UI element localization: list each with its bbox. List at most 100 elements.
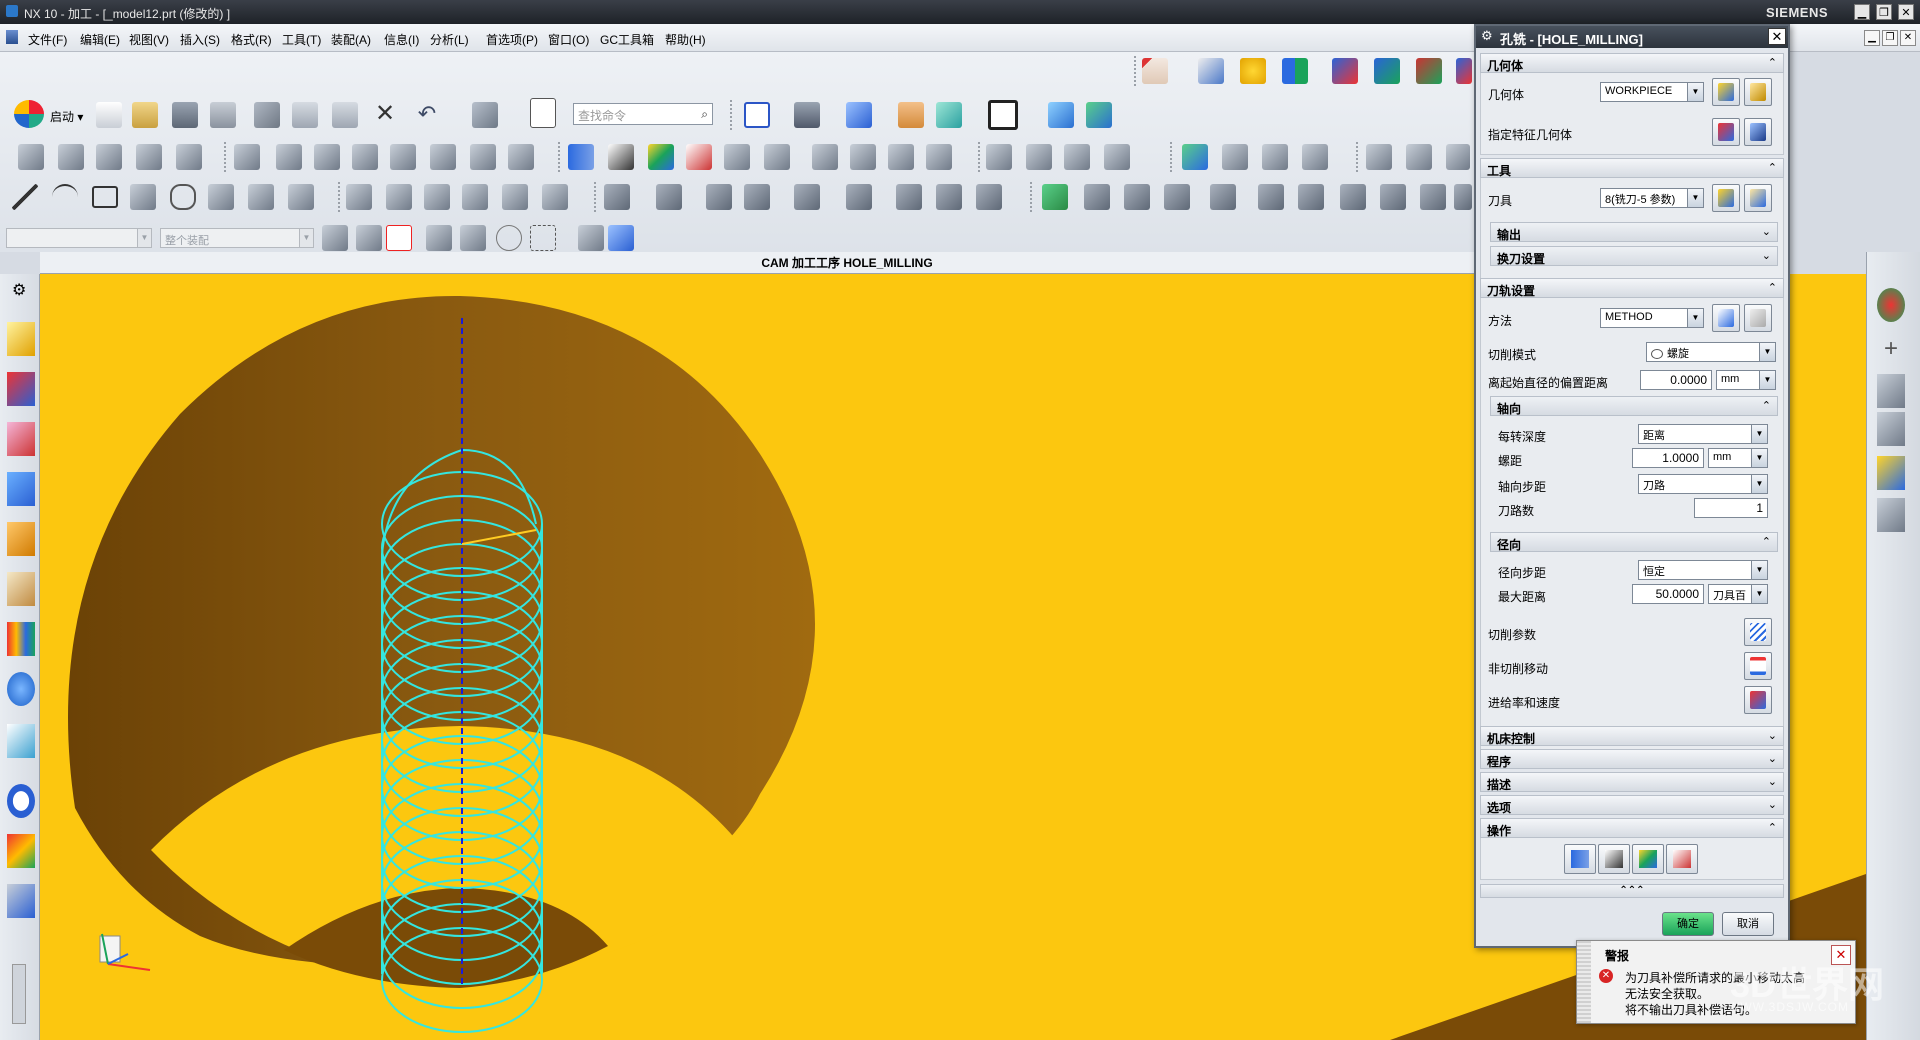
simulate-icon[interactable] — [1416, 58, 1442, 84]
select-icon-4[interactable] — [426, 225, 452, 251]
max-distance-unit-select[interactable]: 刀具百 ▼ — [1708, 584, 1768, 604]
command-finder-icon[interactable] — [530, 98, 556, 128]
cut-params-button[interactable] — [1744, 618, 1772, 646]
solid-icon-12[interactable] — [1124, 184, 1150, 210]
actions-header[interactable]: 操作 ⌃ — [1480, 818, 1784, 838]
generate-path-icon[interactable] — [1332, 58, 1358, 84]
geometry-select[interactable]: WORKPIECE ▼ — [1600, 82, 1704, 102]
ok-button[interactable]: 确定 — [1662, 912, 1714, 936]
new-geometry-button[interactable] — [1712, 78, 1740, 106]
section-view-icon[interactable] — [936, 102, 962, 128]
menu-insert[interactable]: 插入(S) — [180, 31, 220, 48]
block-icon[interactable] — [1877, 456, 1905, 490]
program-order-view-icon[interactable] — [7, 322, 35, 356]
edit-tool-button[interactable] — [1744, 184, 1772, 212]
machine-tool-view-icon[interactable] — [7, 372, 35, 406]
close-button[interactable]: ✕ — [1898, 4, 1914, 20]
path-settings-section-header[interactable]: 刀轨设置 ⌃ — [1480, 278, 1784, 298]
process-studio-icon[interactable] — [7, 884, 35, 918]
solid-icon-17[interactable] — [1340, 184, 1366, 210]
menu-view[interactable]: 视图(V) — [129, 31, 169, 48]
output-subsection-header[interactable]: 输出 ⌄ — [1490, 222, 1778, 242]
op-icon-11[interactable] — [430, 144, 456, 170]
curve-icon-10[interactable] — [386, 184, 412, 210]
op-icon-30[interactable] — [1446, 144, 1470, 170]
create-geometry-icon[interactable] — [1240, 58, 1266, 84]
solid-icon-4[interactable] — [744, 184, 770, 210]
op-icon-16[interactable] — [812, 144, 838, 170]
toolchange-subsection-header[interactable]: 换刀设置 ⌄ — [1490, 246, 1778, 266]
curve-icon-8[interactable] — [288, 184, 314, 210]
polygon-icon[interactable] — [170, 184, 196, 210]
curve-icon-9[interactable] — [346, 184, 372, 210]
feeds-speeds-button[interactable] — [1744, 686, 1772, 714]
curve-icon-12[interactable] — [462, 184, 488, 210]
machine-control-header[interactable]: 机床控制 ⌄ — [1480, 726, 1784, 746]
op-icon-6[interactable] — [234, 144, 260, 170]
display-feature-button[interactable] — [1744, 118, 1772, 146]
radial-step-select[interactable]: 恒定 ▼ — [1638, 560, 1768, 580]
solid-icon-14[interactable] — [1210, 184, 1236, 210]
doc-close-button[interactable]: ✕ — [1900, 30, 1916, 46]
offset-unit-select[interactable]: mm ▼ — [1716, 370, 1776, 390]
op-icon-19[interactable] — [926, 144, 952, 170]
menu-info[interactable]: 信息(I) — [384, 31, 419, 48]
search-input[interactable]: 查找命令 ⌕ — [573, 103, 713, 125]
verify-path-icon[interactable] — [1374, 58, 1400, 84]
assembly-scope-combo[interactable]: 整个装配 ▼ — [160, 228, 314, 248]
menu-file[interactable]: 文件(F) — [28, 31, 67, 48]
op-icon-26[interactable] — [1262, 144, 1288, 170]
solid-icon-13[interactable] — [1164, 184, 1190, 210]
solid-icon-9[interactable] — [976, 184, 1002, 210]
menu-assembly[interactable]: 装配(A) — [331, 31, 371, 48]
method-select[interactable]: METHOD ▼ — [1600, 308, 1704, 328]
datum-plane-icon[interactable] — [1877, 374, 1905, 408]
solid-icon-1[interactable] — [604, 184, 630, 210]
create-program-icon[interactable] — [1142, 58, 1168, 84]
curve-icon-11[interactable] — [424, 184, 450, 210]
op-icon-14[interactable] — [724, 144, 750, 170]
select-icon-2[interactable] — [356, 225, 382, 251]
history-icon[interactable] — [7, 724, 35, 758]
menu-format[interactable]: 格式(R) — [231, 31, 272, 48]
depth-per-rev-select[interactable]: 距离 ▼ — [1638, 424, 1768, 444]
description-header[interactable]: 描述 ⌄ — [1480, 772, 1784, 792]
solid-icon-6[interactable] — [846, 184, 872, 210]
op-icon-22[interactable] — [1064, 144, 1090, 170]
paste-icon[interactable] — [332, 102, 358, 128]
axial-step-select[interactable]: 刀路 ▼ — [1638, 474, 1768, 494]
menu-tools[interactable]: 工具(T) — [282, 31, 321, 48]
delete-icon[interactable]: ✕ — [372, 102, 398, 128]
offset-distance-input[interactable]: 0.0000 — [1640, 370, 1712, 390]
copy-icon[interactable] — [292, 102, 318, 128]
op-icon-23[interactable] — [1104, 144, 1130, 170]
op-icon-17[interactable] — [850, 144, 876, 170]
save-icon[interactable] — [172, 102, 198, 128]
dock-scrollbar[interactable] — [12, 964, 26, 1024]
view-orient-icon[interactable] — [846, 102, 872, 128]
more-options-toggle[interactable]: ⌃⌃⌃ — [1480, 884, 1784, 898]
non-cut-moves-button[interactable] — [1744, 652, 1772, 680]
pitch-input[interactable]: 1.0000 — [1632, 448, 1704, 468]
curve-icon-13[interactable] — [502, 184, 528, 210]
new-file-icon[interactable] — [96, 102, 122, 128]
solid-icon-18[interactable] — [1380, 184, 1406, 210]
op-icon-13[interactable] — [508, 144, 534, 170]
solid-icon-19[interactable] — [1420, 184, 1446, 210]
cylinder-icon[interactable] — [1877, 498, 1905, 532]
menu-edit[interactable]: 编辑(E) — [80, 31, 120, 48]
part-navigator-icon[interactable] — [7, 522, 35, 556]
pitch-unit-select[interactable]: mm ▼ — [1708, 448, 1768, 468]
radial-subsection-header[interactable]: 径向 ⌃ — [1490, 532, 1778, 552]
menu-analysis[interactable]: 分析(L) — [430, 31, 469, 48]
verify-action-button[interactable] — [1632, 844, 1664, 874]
op-icon-27[interactable] — [1302, 144, 1328, 170]
operation-navigator-icon[interactable] — [1877, 288, 1905, 322]
fit-view-icon[interactable] — [744, 102, 770, 128]
line-icon[interactable] — [12, 184, 38, 210]
verify-icon[interactable] — [648, 144, 674, 170]
reuse-library-icon[interactable] — [7, 622, 35, 656]
assembly-navigator-icon[interactable] — [7, 572, 35, 606]
generate-action-button[interactable] — [1564, 844, 1596, 874]
selection-filter-icon[interactable] — [472, 102, 498, 128]
